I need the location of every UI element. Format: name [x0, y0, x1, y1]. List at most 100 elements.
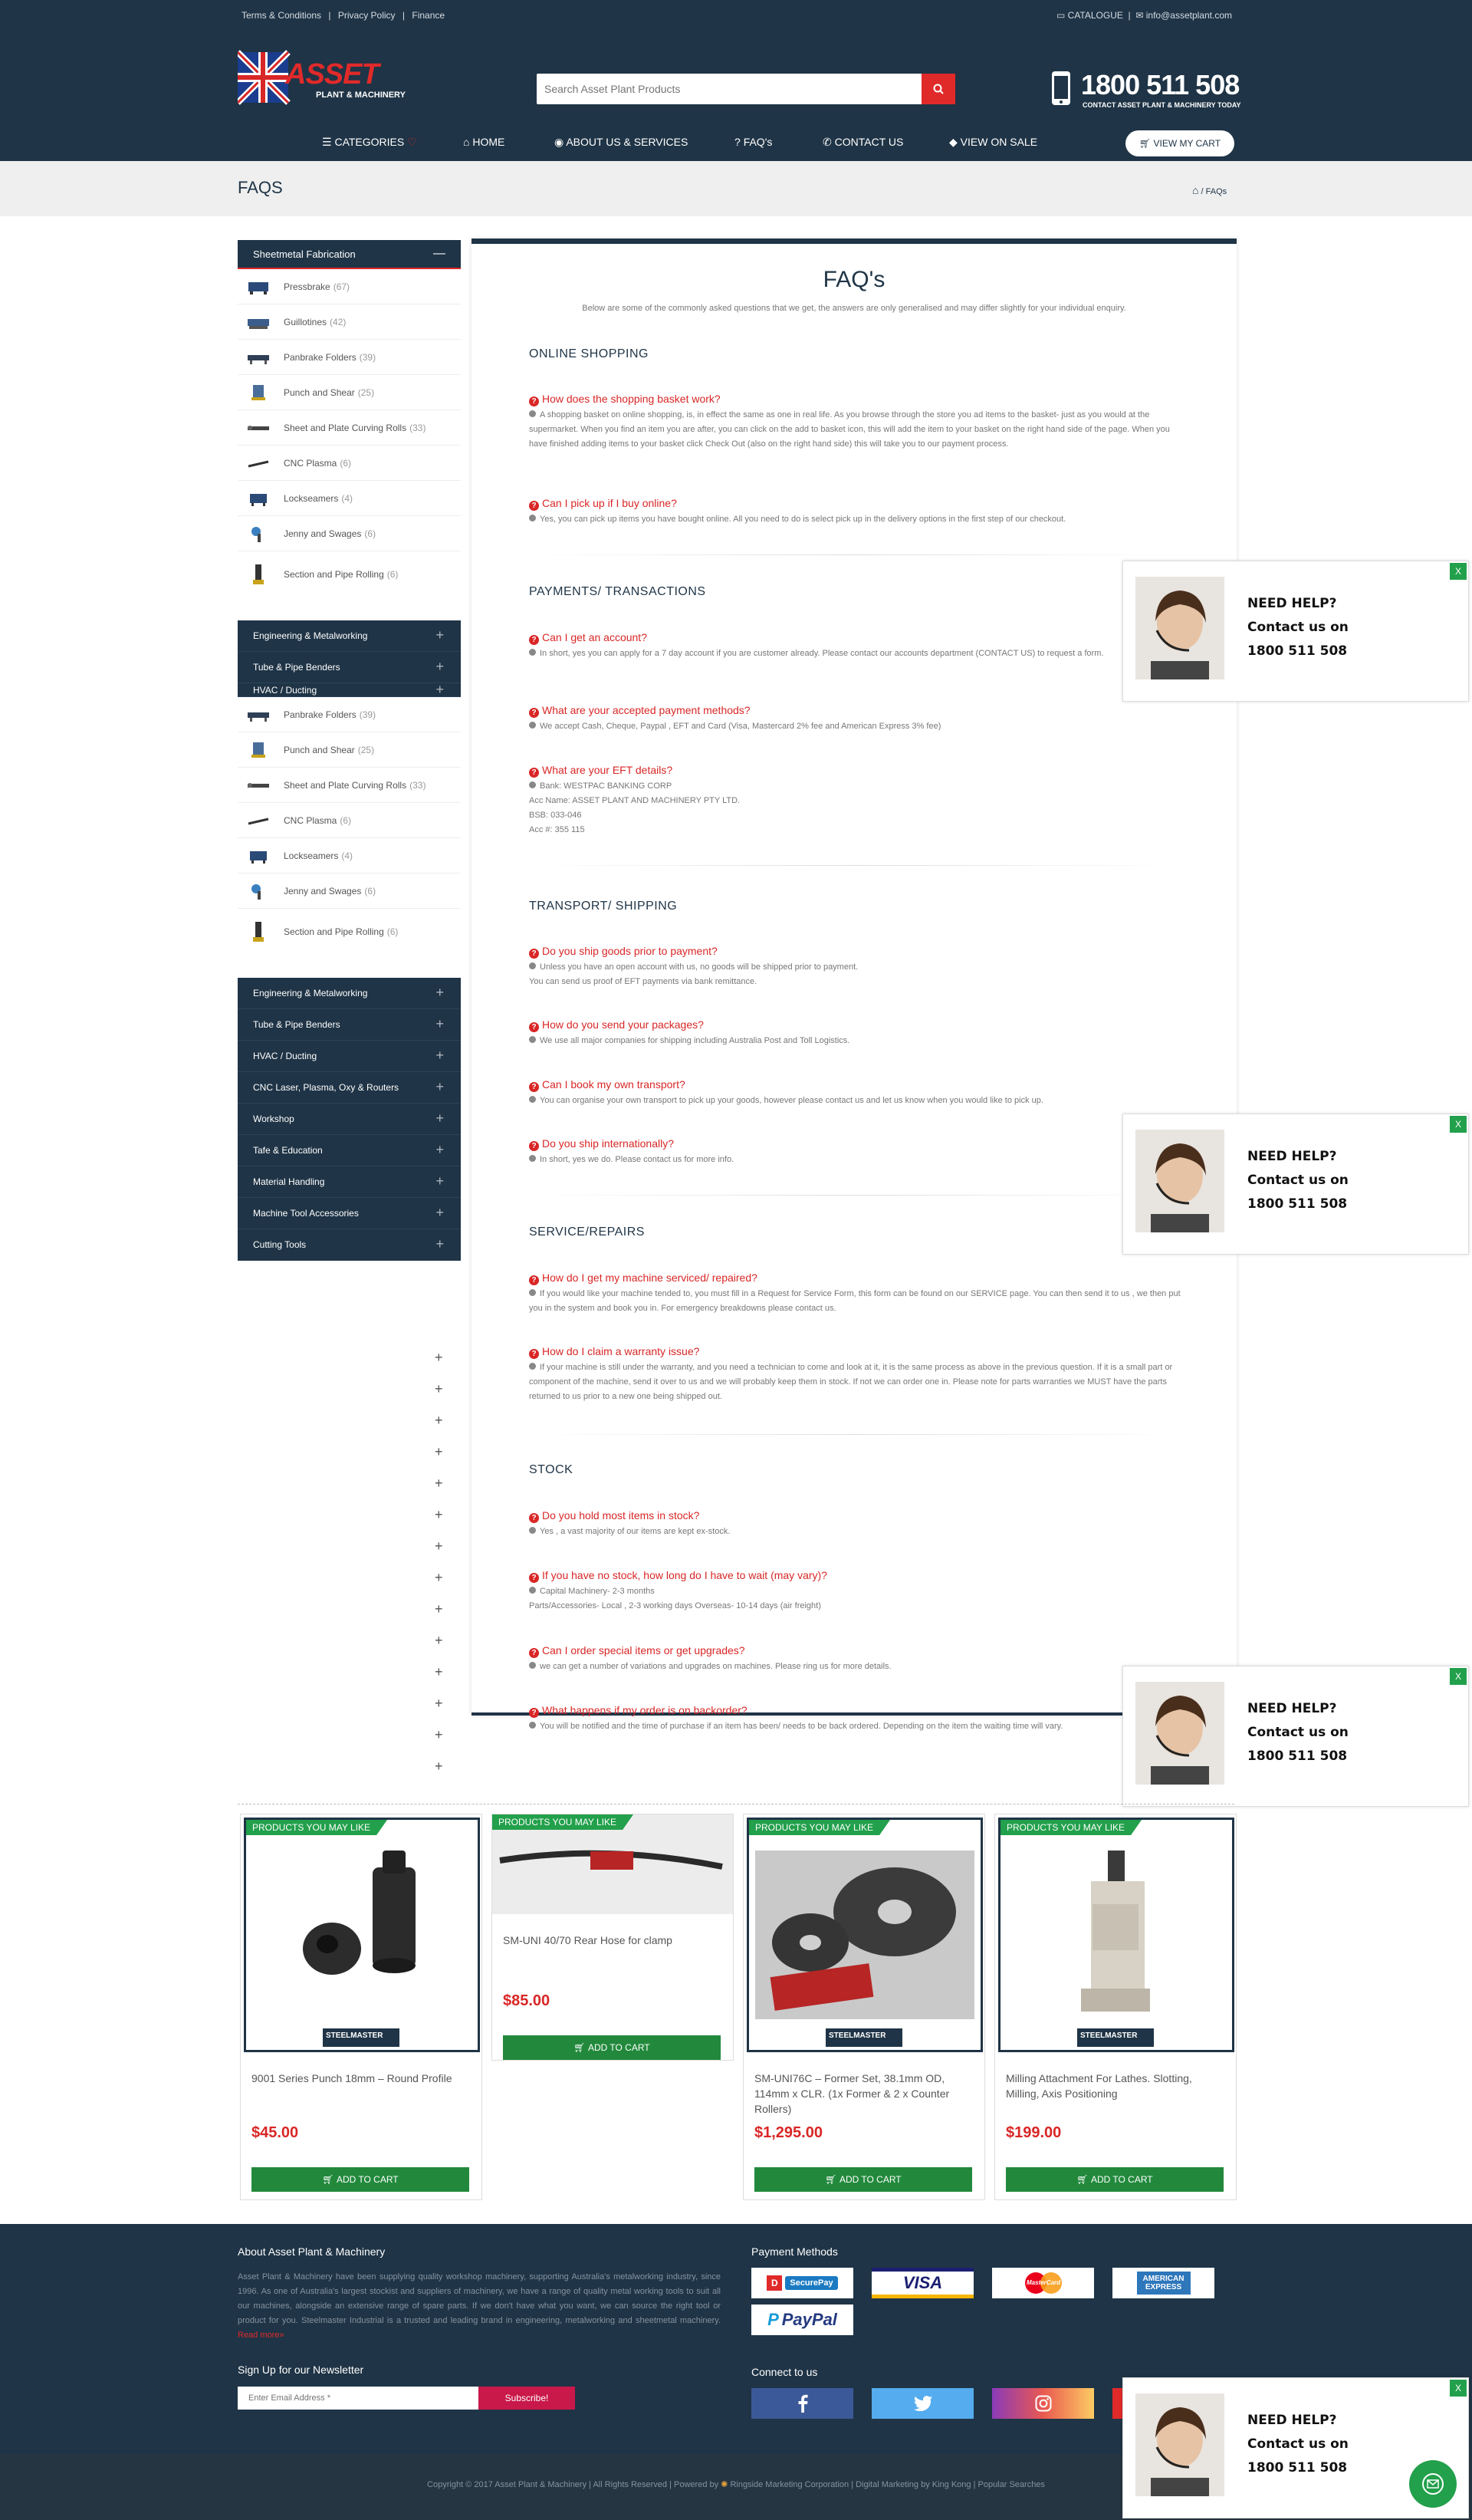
plus-icon[interactable]: +: [435, 1758, 443, 1775]
sidebar-category[interactable]: CNC Laser, Plasma, Oxy & Routers +: [238, 1072, 461, 1104]
plus-icon[interactable]: +: [435, 1413, 443, 1429]
sidebar-category[interactable]: Cutting Tools +: [238, 1229, 461, 1261]
minus-icon[interactable]: —: [433, 247, 445, 261]
powered-by-link[interactable]: Ringside Marketing Corporation | Digital…: [730, 2480, 1044, 2489]
sidebar-item-lockseamers[interactable]: Lockseamers (4): [238, 481, 461, 516]
sidebar-category[interactable]: Engineering & Metalworking +: [238, 620, 461, 652]
plus-icon[interactable]: +: [435, 659, 444, 675]
add-to-cart-button[interactable]: 🛒︎ ADD TO CART: [1006, 2167, 1224, 2192]
view-cart-button[interactable]: 🛒︎ VIEW MY CART: [1125, 130, 1234, 156]
faq-question[interactable]: ? Can I order special items or get upgrad…: [529, 1644, 745, 1658]
sidebar-item-lockseamers[interactable]: Lockseamers (4): [238, 838, 461, 873]
sidebar-item-pressbrake[interactable]: Pressbrake (67): [238, 269, 461, 304]
add-to-cart-button[interactable]: 🛒︎ ADD TO CART: [503, 2035, 721, 2060]
close-button[interactable]: X: [1450, 563, 1467, 580]
twitter-button[interactable]: [872, 2388, 974, 2419]
need-help-popup[interactable]: NEED HELP? Contact us on 1800 511 508 X: [1122, 561, 1469, 702]
plus-icon[interactable]: +: [435, 1727, 443, 1743]
search-input[interactable]: [537, 74, 922, 104]
faq-question[interactable]: ? How do you send your packages?: [529, 1018, 704, 1032]
sidebar-category[interactable]: Workshop +: [238, 1104, 461, 1135]
sidebar-category[interactable]: Tube & Pipe Benders +: [238, 1009, 461, 1041]
privacy-link[interactable]: Privacy Policy: [338, 10, 396, 21]
sidebar-category-sheetmetal[interactable]: Sheetmetal Fabrication —: [238, 240, 461, 269]
need-help-popup[interactable]: NEED HELP? Contact us on 1800 511 508 X: [1122, 1114, 1469, 1255]
facebook-button[interactable]: [751, 2388, 853, 2419]
plus-icon[interactable]: +: [435, 1664, 443, 1680]
sidebar-item-panbrake[interactable]: Panbrake Folders (39): [238, 697, 461, 732]
logo[interactable]: ASSET PLANT & MACHINERY: [235, 48, 423, 117]
sidebar-item-punch-shear[interactable]: Punch and Shear (25): [238, 732, 461, 768]
product-image[interactable]: PRODUCTS YOU MAY LIKE STEELMASTER: [747, 1818, 983, 2052]
sidebar-item-curving-rolls[interactable]: Sheet and Plate Curving Rolls (33): [238, 410, 461, 446]
sidebar-category[interactable]: Material Handling +: [238, 1166, 461, 1198]
faq-question[interactable]: ? How does the shopping basket work?: [529, 393, 721, 406]
plus-icon[interactable]: +: [435, 1507, 443, 1523]
add-to-cart-button[interactable]: 🛒︎ ADD TO CART: [754, 2167, 972, 2192]
catalogue-link[interactable]: CATALOGUE: [1068, 10, 1123, 21]
plus-icon[interactable]: +: [435, 627, 444, 643]
plus-icon[interactable]: +: [435, 1350, 443, 1366]
product-card[interactable]: PRODUCTS YOU MAY LIKE STEELMASTER Millin…: [994, 1814, 1237, 2200]
product-card[interactable]: PRODUCTS YOU MAY LIKE SM-UNI 40/70 Rear …: [491, 1814, 734, 2061]
plus-icon[interactable]: +: [435, 1475, 443, 1492]
nav-sale[interactable]: ◆ VIEW ON SALE: [949, 136, 1037, 149]
plus-icon[interactable]: +: [435, 1016, 444, 1032]
product-image[interactable]: PRODUCTS YOU MAY LIKE STEELMASTER: [998, 1818, 1234, 2052]
sidebar-item-curving-rolls[interactable]: Sheet and Plate Curving Rolls (33): [238, 768, 461, 803]
sidebar-category[interactable]: Tube & Pipe Benders +: [238, 652, 461, 683]
sidebar-item-punch-shear[interactable]: Punch and Shear (25): [238, 375, 461, 410]
finance-link[interactable]: Finance: [412, 10, 445, 21]
faq-question[interactable]: ? Can I pick up if I buy online?: [529, 497, 677, 511]
plus-icon[interactable]: +: [435, 1444, 443, 1460]
plus-icon[interactable]: +: [435, 682, 444, 698]
faq-question[interactable]: ? Can I book my own transport?: [529, 1078, 685, 1092]
home-icon[interactable]: ⌂: [1192, 184, 1198, 196]
sidebar-category[interactable]: HVAC / Ducting +: [238, 682, 461, 698]
search-button[interactable]: [922, 74, 955, 104]
plus-icon[interactable]: +: [435, 1079, 444, 1095]
chat-button[interactable]: [1409, 2460, 1457, 2508]
nav-about[interactable]: ◉ ABOUT US & SERVICES: [554, 136, 688, 149]
read-more-link[interactable]: Read more»: [238, 2331, 284, 2340]
close-button[interactable]: X: [1450, 2380, 1467, 2397]
sidebar-category[interactable]: Engineering & Metalworking +: [238, 978, 461, 1009]
plus-icon[interactable]: +: [435, 1173, 444, 1189]
plus-icon[interactable]: +: [435, 1570, 443, 1586]
youtube-button[interactable]: [1112, 2388, 1123, 2419]
faq-question[interactable]: ? Do you hold most items in stock?: [529, 1509, 699, 1523]
faq-question[interactable]: ? What are your EFT details?: [529, 764, 672, 778]
product-image[interactable]: PRODUCTS YOU MAY LIKE STEELMASTER: [244, 1818, 480, 2052]
product-name[interactable]: 9001 Series Punch 18mm – Round Profile: [251, 2071, 474, 2086]
subscribe-button[interactable]: Subscribe!: [478, 2387, 575, 2410]
close-button[interactable]: X: [1450, 1668, 1467, 1685]
nav-categories[interactable]: ☰ CATEGORIES ♡: [322, 136, 417, 149]
plus-icon[interactable]: +: [435, 1142, 444, 1158]
newsletter-email-input[interactable]: [238, 2387, 478, 2410]
faq-question[interactable]: ? If you have no stock, how long do I hav…: [529, 1569, 827, 1583]
product-name[interactable]: SM-UNI 40/70 Rear Hose for clamp: [503, 1933, 725, 1948]
plus-icon[interactable]: +: [435, 985, 444, 1001]
sidebar-item-jenny-swages[interactable]: Jenny and Swages (6): [238, 873, 461, 909]
product-image[interactable]: PRODUCTS YOU MAY LIKE: [492, 1814, 733, 1914]
email-link[interactable]: info@assetplant.com: [1146, 10, 1232, 21]
close-button[interactable]: X: [1450, 1116, 1467, 1133]
faq-question[interactable]: ? Do you ship goods prior to payment?: [529, 945, 718, 959]
plus-icon[interactable]: +: [435, 1538, 443, 1554]
nav-home[interactable]: ⌂ HOME: [463, 136, 504, 148]
sidebar-item-jenny-swages[interactable]: Jenny and Swages (6): [238, 516, 461, 551]
plus-icon[interactable]: +: [435, 1236, 444, 1252]
plus-icon[interactable]: +: [435, 1601, 443, 1617]
plus-icon[interactable]: +: [435, 1633, 443, 1649]
product-name[interactable]: Milling Attachment For Lathes. Slotting,…: [1006, 2071, 1228, 2101]
sidebar-item-cnc-plasma[interactable]: CNC Plasma (6): [238, 803, 461, 838]
product-card[interactable]: PRODUCTS YOU MAY LIKE STEELMASTER SM-UNI…: [743, 1814, 985, 2200]
need-help-popup[interactable]: NEED HELP? Contact us on 1800 511 508 X: [1122, 1666, 1469, 1807]
faq-question[interactable]: ? What happens if my order is on backorde…: [529, 1704, 748, 1718]
sidebar-item-section-pipe-rolling[interactable]: Section and Pipe Rolling (6): [238, 551, 461, 597]
product-card[interactable]: PRODUCTS YOU MAY LIKE STEELMASTER 9001 S…: [240, 1814, 482, 2200]
sidebar-category[interactable]: Tafe & Education +: [238, 1135, 461, 1166]
plus-icon[interactable]: +: [435, 1110, 444, 1127]
faq-question[interactable]: ? Do you ship internationally?: [529, 1137, 674, 1151]
nav-contact[interactable]: ✆ CONTACT US: [823, 136, 903, 149]
